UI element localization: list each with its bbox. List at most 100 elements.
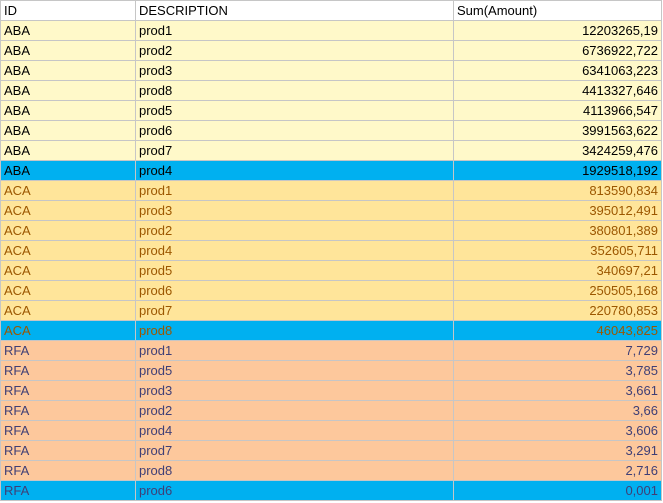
- id-cell[interactable]: RFA: [0, 440, 136, 461]
- id-cell[interactable]: ABA: [0, 20, 136, 41]
- amount-cell[interactable]: 46043,825: [453, 320, 662, 341]
- header-row: ID DESCRIPTION Sum(Amount): [0, 0, 662, 21]
- table-row[interactable]: ABA prod4 1929518,192: [0, 160, 662, 181]
- id-cell[interactable]: ABA: [0, 80, 136, 101]
- table-row[interactable]: ACA prod7 220780,853: [0, 300, 662, 321]
- amount-cell[interactable]: 6341063,223: [453, 60, 662, 81]
- amount-cell[interactable]: 0,001: [453, 480, 662, 501]
- id-cell[interactable]: RFA: [0, 380, 136, 401]
- amount-column-header[interactable]: Sum(Amount): [453, 0, 662, 21]
- amount-cell[interactable]: 12203265,19: [453, 20, 662, 41]
- description-cell[interactable]: prod2: [135, 220, 454, 241]
- table-row[interactable]: ACA prod4 352605,711: [0, 240, 662, 261]
- description-cell[interactable]: prod5: [135, 260, 454, 281]
- amount-cell[interactable]: 3,785: [453, 360, 662, 381]
- description-cell[interactable]: prod7: [135, 300, 454, 321]
- id-cell[interactable]: ABA: [0, 140, 136, 161]
- amount-cell[interactable]: 3,606: [453, 420, 662, 441]
- amount-cell[interactable]: 352605,711: [453, 240, 662, 261]
- description-cell[interactable]: prod8: [135, 460, 454, 481]
- description-column-header[interactable]: DESCRIPTION: [135, 0, 454, 21]
- description-cell[interactable]: prod4: [135, 240, 454, 261]
- amount-cell[interactable]: 250505,168: [453, 280, 662, 301]
- id-cell[interactable]: ABA: [0, 160, 136, 181]
- description-cell[interactable]: prod3: [135, 60, 454, 81]
- description-cell[interactable]: prod8: [135, 80, 454, 101]
- description-cell[interactable]: prod3: [135, 380, 454, 401]
- id-cell[interactable]: ACA: [0, 220, 136, 241]
- description-cell[interactable]: prod2: [135, 40, 454, 61]
- description-cell[interactable]: prod5: [135, 360, 454, 381]
- description-cell[interactable]: prod2: [135, 400, 454, 421]
- description-cell[interactable]: prod6: [135, 280, 454, 301]
- id-cell[interactable]: ACA: [0, 280, 136, 301]
- description-cell[interactable]: prod6: [135, 480, 454, 501]
- table-row[interactable]: RFA prod5 3,785: [0, 360, 662, 381]
- amount-cell[interactable]: 3424259,476: [453, 140, 662, 161]
- amount-cell[interactable]: 3,661: [453, 380, 662, 401]
- amount-cell[interactable]: 395012,491: [453, 200, 662, 221]
- description-cell[interactable]: prod3: [135, 200, 454, 221]
- table-row[interactable]: ACA prod2 380801,389: [0, 220, 662, 241]
- table-row[interactable]: ABA prod3 6341063,223: [0, 60, 662, 81]
- description-cell[interactable]: prod6: [135, 120, 454, 141]
- table-row[interactable]: ACA prod1 813590,834: [0, 180, 662, 201]
- id-cell[interactable]: ACA: [0, 260, 136, 281]
- id-cell[interactable]: ACA: [0, 240, 136, 261]
- table-row[interactable]: ACA prod5 340697,21: [0, 260, 662, 281]
- description-cell[interactable]: prod4: [135, 160, 454, 181]
- description-cell[interactable]: prod5: [135, 100, 454, 121]
- table-row[interactable]: RFA prod2 3,66: [0, 400, 662, 421]
- id-cell[interactable]: ABA: [0, 40, 136, 61]
- table-row[interactable]: ACA prod3 395012,491: [0, 200, 662, 221]
- table-row[interactable]: ACA prod6 250505,168: [0, 280, 662, 301]
- table-row[interactable]: RFA prod4 3,606: [0, 420, 662, 441]
- id-cell[interactable]: ACA: [0, 180, 136, 201]
- table-row[interactable]: ABA prod2 6736922,722: [0, 40, 662, 61]
- amount-cell[interactable]: 6736922,722: [453, 40, 662, 61]
- table-row[interactable]: RFA prod1 7,729: [0, 340, 662, 361]
- description-cell[interactable]: prod4: [135, 420, 454, 441]
- description-cell[interactable]: prod1: [135, 340, 454, 361]
- id-cell[interactable]: RFA: [0, 480, 136, 501]
- id-cell[interactable]: ABA: [0, 60, 136, 81]
- table-row[interactable]: RFA prod6 0,001: [0, 480, 662, 501]
- table-row[interactable]: ABA prod1 12203265,19: [0, 20, 662, 41]
- amount-cell[interactable]: 813590,834: [453, 180, 662, 201]
- id-cell[interactable]: RFA: [0, 460, 136, 481]
- amount-cell[interactable]: 1929518,192: [453, 160, 662, 181]
- id-cell[interactable]: ABA: [0, 100, 136, 121]
- amount-cell[interactable]: 2,716: [453, 460, 662, 481]
- id-column-header[interactable]: ID: [0, 0, 136, 21]
- description-cell[interactable]: prod1: [135, 20, 454, 41]
- table-row[interactable]: ABA prod7 3424259,476: [0, 140, 662, 161]
- amount-cell[interactable]: 340697,21: [453, 260, 662, 281]
- table-row[interactable]: ABA prod5 4113966,547: [0, 100, 662, 121]
- table-row[interactable]: RFA prod3 3,661: [0, 380, 662, 401]
- id-cell[interactable]: ACA: [0, 320, 136, 341]
- id-cell[interactable]: RFA: [0, 420, 136, 441]
- amount-cell[interactable]: 4413327,646: [453, 80, 662, 101]
- amount-cell[interactable]: 220780,853: [453, 300, 662, 321]
- amount-cell[interactable]: 7,729: [453, 340, 662, 361]
- amount-cell[interactable]: 3,66: [453, 400, 662, 421]
- id-cell[interactable]: ACA: [0, 300, 136, 321]
- id-cell[interactable]: RFA: [0, 400, 136, 421]
- id-cell[interactable]: ACA: [0, 200, 136, 221]
- amount-cell[interactable]: 380801,389: [453, 220, 662, 241]
- id-cell[interactable]: RFA: [0, 340, 136, 361]
- table-row[interactable]: ABA prod8 4413327,646: [0, 80, 662, 101]
- id-cell[interactable]: ABA: [0, 120, 136, 141]
- description-cell[interactable]: prod8: [135, 320, 454, 341]
- table-row[interactable]: RFA prod8 2,716: [0, 460, 662, 481]
- table-row[interactable]: RFA prod7 3,291: [0, 440, 662, 461]
- id-cell[interactable]: RFA: [0, 360, 136, 381]
- description-cell[interactable]: prod7: [135, 140, 454, 161]
- amount-cell[interactable]: 3,291: [453, 440, 662, 461]
- amount-cell[interactable]: 3991563,622: [453, 120, 662, 141]
- description-cell[interactable]: prod1: [135, 180, 454, 201]
- table-row[interactable]: ABA prod6 3991563,622: [0, 120, 662, 141]
- description-cell[interactable]: prod7: [135, 440, 454, 461]
- table-row[interactable]: ACA prod8 46043,825: [0, 320, 662, 341]
- amount-cell[interactable]: 4113966,547: [453, 100, 662, 121]
